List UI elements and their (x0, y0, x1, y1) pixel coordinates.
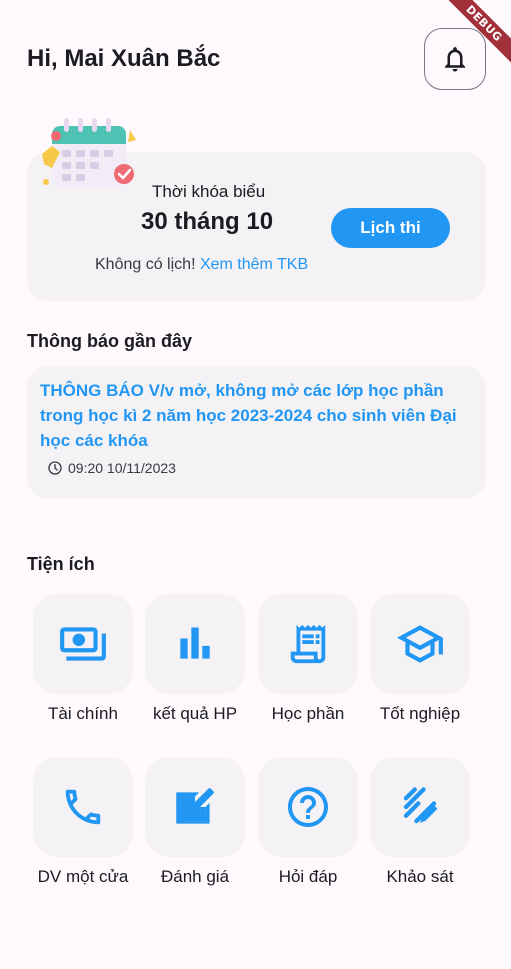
graduation-cap-icon (397, 625, 443, 663)
utility-results[interactable]: kết quả HP (139, 594, 251, 724)
header: Hi, Mai Xuân Bắc (27, 28, 486, 90)
utility-courses[interactable]: Học phần (252, 594, 364, 724)
utility-label: DV một cửa (37, 867, 129, 886)
utility-label: Khảo sát (386, 867, 454, 886)
bell-icon (445, 47, 465, 72)
notices-section-title: Thông báo gần đây (27, 331, 192, 351)
utility-faq[interactable]: Hỏi đáp (252, 757, 364, 887)
no-schedule-text: Không có lịch! (95, 256, 200, 273)
utility-evaluation[interactable]: Đánh giá (139, 757, 251, 887)
utility-tile[interactable] (258, 594, 358, 694)
schedule-date: 30 tháng 10 (141, 208, 274, 235)
draw-icon (403, 787, 438, 824)
utility-label: Tài chính (48, 704, 118, 723)
edit-icon (176, 788, 214, 824)
utilities-section-title: Tiện ích (27, 554, 95, 574)
utility-tile[interactable] (33, 594, 133, 694)
utility-tile[interactable] (33, 757, 133, 857)
utility-tile[interactable] (370, 757, 470, 857)
clock-icon (48, 461, 62, 475)
utility-label: Hỏi đáp (278, 867, 338, 886)
notice-time-text: 09:20 10/11/2023 (68, 460, 176, 476)
receipt-icon (290, 624, 326, 664)
utility-tile[interactable] (145, 757, 245, 857)
greeting: Hi, Mai Xuân Bắc (27, 45, 221, 72)
utility-survey[interactable]: Khảo sát (364, 757, 476, 887)
help-icon (288, 787, 328, 827)
utility-label: Tốt nghiệp (379, 704, 461, 723)
utility-label: kết quả HP (152, 704, 238, 723)
schedule-title: Thời khóa biểu (152, 182, 266, 201)
utility-label: Học phần (271, 704, 345, 723)
view-more-timetable-link[interactable]: Xem thêm TKB (200, 256, 308, 273)
bar-chart-icon (180, 627, 210, 659)
phone-icon (65, 789, 101, 825)
utility-tile[interactable] (370, 594, 470, 694)
notice-card[interactable]: THÔNG BÁO V/v mở, không mở các lớp học p… (27, 366, 486, 499)
utility-finance[interactable]: Tài chính (27, 594, 139, 724)
schedule-note: Không có lịch! Xem thêm TKB (95, 256, 308, 274)
exam-schedule-button[interactable]: Lịch thi (331, 208, 450, 248)
notice-time: 09:20 10/11/2023 (47, 460, 473, 476)
utility-label: Đánh giá (160, 867, 230, 886)
utility-graduation[interactable]: Tốt nghiệp (364, 594, 476, 724)
notifications-button[interactable] (424, 28, 486, 90)
money-icon (60, 627, 106, 661)
calendar-illustration (42, 118, 136, 188)
utility-one-stop-service[interactable]: DV một cửa (27, 757, 139, 887)
utility-tile[interactable] (258, 757, 358, 857)
notice-title[interactable]: THÔNG BÁO V/v mở, không mở các lớp học p… (40, 378, 473, 453)
utility-tile[interactable] (145, 594, 245, 694)
